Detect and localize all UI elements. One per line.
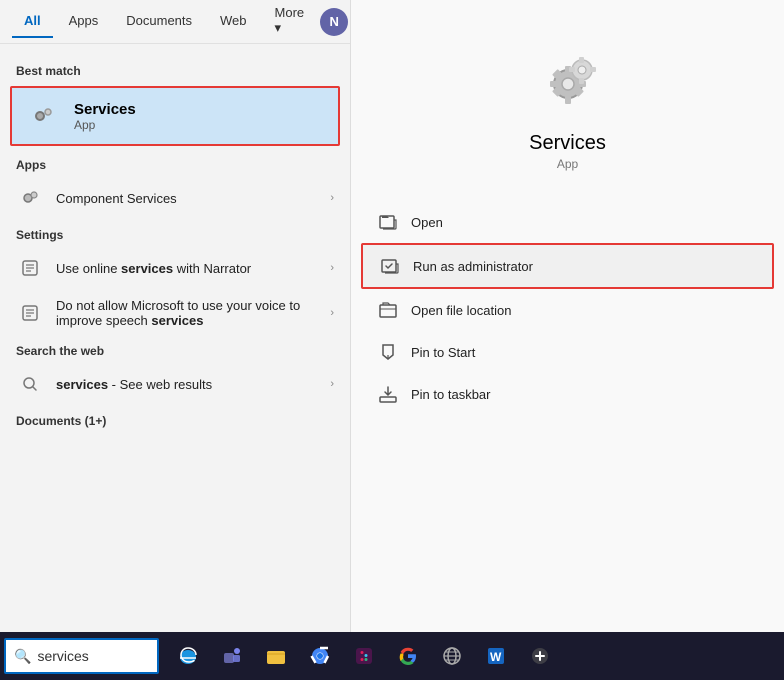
pin-start-icon [377, 341, 399, 363]
pin-taskbar-action[interactable]: Pin to taskbar [361, 373, 774, 415]
component-services-icon [16, 184, 44, 212]
taskbar-icons: W [167, 635, 561, 677]
best-match-item[interactable]: Services App [10, 86, 340, 146]
best-match-title: Services [74, 101, 136, 118]
component-services-label: Component Services [56, 191, 330, 206]
teams-icon[interactable] [211, 635, 253, 677]
best-match-subtitle: App [74, 118, 136, 132]
action-list: Open Run as administrator [351, 201, 784, 415]
network-icon[interactable] [431, 635, 473, 677]
run-admin-action[interactable]: Run as administrator [361, 243, 774, 289]
open-icon [377, 211, 399, 233]
search-results: Best match Services App Apps [0, 44, 350, 632]
word-icon[interactable]: W [475, 635, 517, 677]
web-search-icon [16, 370, 44, 398]
apps-section-label: Apps [0, 150, 350, 176]
web-search-label: services - See web results [56, 377, 330, 392]
tab-apps[interactable]: Apps [57, 5, 111, 38]
tab-documents[interactable]: Documents [114, 5, 204, 38]
voice-settings-icon [16, 299, 44, 327]
best-match-text: Services App [74, 101, 136, 132]
app-type-label: App [557, 157, 578, 171]
settings-section-label: Settings [0, 220, 350, 246]
component-services-item[interactable]: Component Services › [0, 176, 350, 220]
voice-settings-item[interactable]: Do not allow Microsoft to use your voice… [0, 290, 350, 336]
open-action[interactable]: Open [361, 201, 774, 243]
taskbar: 🔍 [0, 632, 784, 680]
component-services-arrow: › [330, 192, 334, 204]
extra-icon[interactable] [519, 635, 561, 677]
narrator-settings-icon [16, 254, 44, 282]
google-icon[interactable] [387, 635, 429, 677]
explorer-icon[interactable] [255, 635, 297, 677]
documents-section-label: Documents (1+) [0, 406, 350, 432]
web-search-arrow: › [330, 378, 334, 390]
pin-start-action[interactable]: Pin to Start [361, 331, 774, 373]
taskbar-search-box[interactable]: 🔍 [4, 638, 159, 674]
voice-settings-arrow: › [330, 307, 334, 319]
voice-settings-label: Do not allow Microsoft to use your voice… [56, 298, 330, 328]
tab-more[interactable]: More ▾ [263, 0, 317, 46]
chrome-icon[interactable] [299, 635, 341, 677]
narrator-settings-item[interactable]: Use online services with Narrator › [0, 246, 350, 290]
web-search-item[interactable]: services - See web results › [0, 362, 350, 406]
left-panel: All Apps Documents Web More ▾ N ··· ✕ Be… [0, 0, 350, 632]
edge-icon[interactable] [167, 635, 209, 677]
svg-text:W: W [490, 650, 502, 664]
taskbar-search-input[interactable] [37, 648, 149, 664]
services-app-icon [26, 98, 62, 134]
file-location-icon [377, 299, 399, 321]
best-match-label: Best match [0, 56, 350, 82]
run-admin-icon [379, 255, 401, 277]
run-admin-label: Run as administrator [413, 259, 533, 274]
right-panel: Services App Open [350, 0, 784, 632]
narrator-settings-label: Use online services with Narrator [56, 261, 330, 276]
tab-web[interactable]: Web [208, 5, 259, 38]
start-menu: All Apps Documents Web More ▾ N ··· ✕ Be… [0, 0, 784, 632]
open-label: Open [411, 215, 443, 230]
app-name-large: Services [529, 132, 606, 155]
tab-all[interactable]: All [12, 5, 53, 38]
open-file-location-action[interactable]: Open file location [361, 289, 774, 331]
taskbar-search-icon: 🔍 [14, 648, 31, 665]
pin-taskbar-icon [377, 383, 399, 405]
tabs-bar: All Apps Documents Web More ▾ N ··· ✕ [0, 0, 350, 44]
open-file-location-label: Open file location [411, 303, 511, 318]
search-web-label: Search the web [0, 336, 350, 362]
slack-icon[interactable] [343, 635, 385, 677]
pin-start-label: Pin to Start [411, 345, 475, 360]
avatar[interactable]: N [320, 8, 348, 36]
app-icon-large [528, 40, 608, 120]
pin-taskbar-label: Pin to taskbar [411, 387, 491, 402]
narrator-settings-arrow: › [330, 262, 334, 274]
